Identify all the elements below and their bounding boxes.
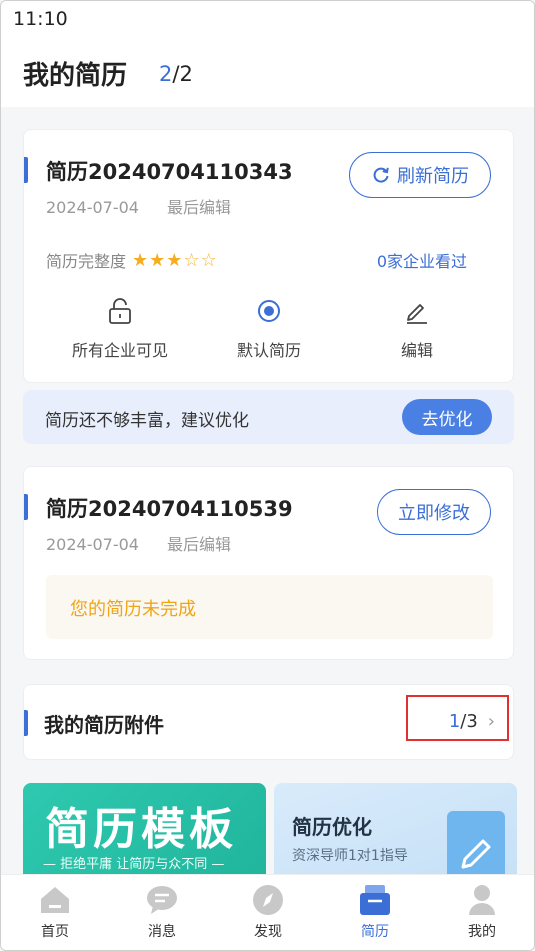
visibility-action[interactable]: 所有企业可见	[50, 295, 190, 361]
edit-action[interactable]: 编辑	[347, 295, 487, 361]
edit-now-button[interactable]: 立即修改	[377, 489, 491, 535]
resume-count: 2/2	[159, 62, 193, 86]
incomplete-notice: 您的简历未完成	[46, 575, 493, 639]
tab-discover[interactable]: 发现	[228, 883, 308, 941]
refresh-resume-button[interactable]: 刷新简历	[349, 152, 491, 198]
edit-label: 编辑	[400, 341, 433, 360]
resume-name: 简历20240704110539	[46, 497, 293, 521]
tab-messages[interactable]: 消息	[122, 883, 202, 941]
resume-date: 2024-07-04	[46, 535, 139, 554]
resume-date: 2024-07-04	[46, 198, 139, 217]
highlight-box	[406, 695, 509, 741]
default-resume-action[interactable]: 默认简历	[199, 295, 339, 361]
tab-label: 我的	[468, 924, 496, 940]
star-filled-icon: ★	[132, 249, 150, 271]
resume-count-current: 2	[159, 62, 173, 86]
completeness-label: 简历完整度	[46, 252, 127, 271]
tab-resume[interactable]: 简历	[335, 883, 415, 941]
resume-edited-label: 最后编辑	[166, 535, 231, 554]
default-resume-label: 默认简历	[236, 341, 301, 360]
optimize-banner-title: 简历优化	[292, 815, 372, 839]
template-banner-title: 简历模板	[45, 804, 237, 855]
page-header: 我的简历 2/2	[1, 37, 534, 107]
tab-label: 发现	[254, 924, 282, 940]
chat-icon	[122, 883, 202, 917]
person-icon	[442, 883, 522, 917]
resume-icon	[335, 883, 415, 917]
completeness: 简历完整度 ★★★☆☆	[46, 248, 218, 272]
completeness-stars: ★★★☆☆	[132, 250, 218, 271]
screen: 11:10 我的简历 2/2 简历20240704110343 2024-07-…	[0, 0, 535, 951]
star-filled-icon: ★	[166, 249, 184, 271]
tab-label: 首页	[41, 924, 69, 940]
pencil-icon	[347, 295, 487, 327]
tab-label: 消息	[148, 924, 176, 940]
visibility-label: 所有企业可见	[71, 341, 168, 360]
optimize-banner[interactable]: 简历优化 资深导师1对1指导	[274, 783, 517, 883]
star-empty-icon: ☆	[183, 249, 201, 271]
status-bar: 11:10	[1, 1, 534, 37]
status-time: 11:10	[13, 8, 68, 30]
optimize-tip: 简历还不够丰富，建议优化 去优化	[23, 390, 514, 444]
incomplete-text: 您的简历未完成	[70, 599, 196, 620]
optimize-banner-subtitle: 资深导师1对1指导	[292, 848, 408, 864]
refresh-resume-label: 刷新简历	[397, 166, 469, 187]
resume-card[interactable]: 简历20240704110539 2024-07-04 最后编辑 立即修改 您的简…	[23, 466, 514, 660]
home-icon	[15, 883, 95, 917]
resume-edited-label: 最后编辑	[166, 198, 231, 217]
template-banner-subtitle: — 拒绝平庸 让简历与众不同 —	[43, 857, 225, 872]
card-accent-bar	[24, 157, 28, 183]
tab-home[interactable]: 首页	[15, 883, 95, 941]
star-empty-icon: ☆	[200, 249, 218, 271]
resume-actions: 所有企业可见 默认简历 编辑	[24, 295, 513, 365]
resume-name: 简历20240704110343	[46, 160, 293, 184]
optimize-tip-text: 简历还不够丰富，建议优化	[45, 411, 249, 431]
resume-count-total: /2	[172, 62, 193, 86]
attachments-title: 我的简历附件	[44, 713, 164, 737]
optimize-button[interactable]: 去优化	[402, 399, 492, 435]
lock-icon	[50, 295, 190, 327]
card-accent-bar	[24, 494, 28, 520]
card-accent-bar	[24, 710, 28, 736]
pencil-illustration-icon	[447, 811, 505, 883]
compass-icon	[228, 883, 308, 917]
radio-selected-icon	[199, 295, 339, 327]
resume-meta: 2024-07-04 最后编辑	[46, 531, 231, 555]
template-banner[interactable]: 简历模板 — 拒绝平庸 让简历与众不同 —	[23, 783, 266, 883]
bottom-tab-bar: 首页 消息 发现 简历 我的	[1, 874, 534, 950]
tab-label: 简历	[361, 924, 389, 940]
resume-meta: 2024-07-04 最后编辑	[46, 194, 231, 218]
refresh-icon	[371, 165, 391, 185]
resume-card[interactable]: 简历20240704110343 2024-07-04 最后编辑 刷新简历 简历完…	[23, 129, 514, 383]
tab-mine[interactable]: 我的	[442, 883, 522, 941]
page-title: 我的简历	[23, 61, 128, 91]
star-filled-icon: ★	[149, 249, 167, 271]
company-viewed-link[interactable]: 0家企业看过	[377, 248, 467, 272]
